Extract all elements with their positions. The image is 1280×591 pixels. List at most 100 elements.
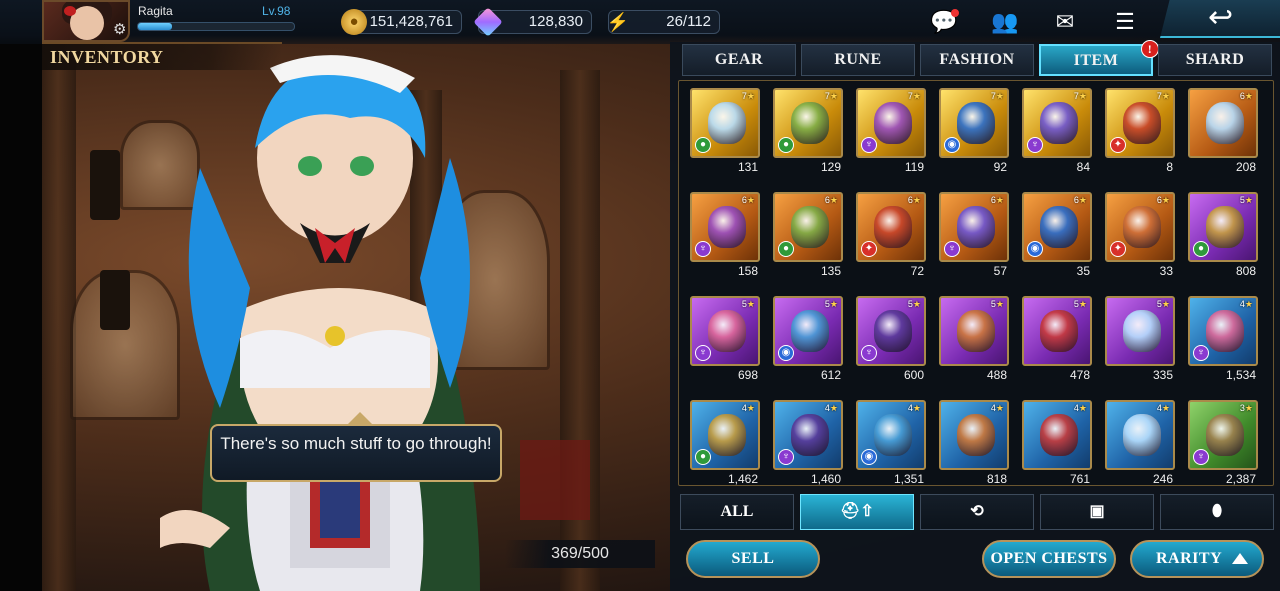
inventory-item[interactable]: 4★ 818	[939, 400, 1009, 490]
item-art	[1206, 414, 1244, 456]
tab-fashion[interactable]: FASHION	[920, 44, 1034, 76]
inventory-item[interactable]: 7★ ● 129	[773, 88, 843, 178]
energy-amount: 26/112	[666, 13, 711, 30]
inventory-item[interactable]: 5★ 478	[1022, 296, 1092, 386]
item-art	[1123, 414, 1161, 456]
gem-counter[interactable]: 128,830	[473, 7, 592, 37]
inventory-item[interactable]: 7★ ✦ 8	[1105, 88, 1175, 178]
item-star-rank: 5★	[907, 299, 921, 309]
inventory-item[interactable]: 5★ ♆ 698	[690, 296, 760, 386]
inventory-item[interactable]: 6★ ◉ 35	[1022, 192, 1092, 282]
item-quantity: 761	[1069, 472, 1090, 486]
filter-chests[interactable]: ▣	[1040, 494, 1154, 530]
energy-counter[interactable]: ⚡ 26/112	[606, 10, 720, 34]
player-level: Lv.98	[262, 4, 291, 18]
filter-consumable[interactable]: ⟲	[920, 494, 1034, 530]
item-star-rank: 4★	[1073, 403, 1087, 413]
tab-gear[interactable]: GEAR	[682, 44, 796, 76]
open-chests-button[interactable]: OPEN CHESTS	[982, 540, 1116, 578]
item-quantity: 1,462	[727, 472, 758, 486]
item-star-rank: 6★	[1073, 195, 1087, 205]
gem-amount: 128,830	[528, 13, 583, 30]
inventory-item[interactable]: 4★ ◉ 1,351	[856, 400, 926, 490]
item-frame: 7★ ●	[773, 88, 843, 158]
item-quantity: 1,460	[810, 472, 841, 486]
page-title: INVENTORY	[42, 42, 282, 70]
inventory-item[interactable]: 6★ ♆ 57	[939, 192, 1009, 282]
green-element-icon: ●	[1193, 241, 1209, 257]
settings-gear-icon[interactable]: ⚙	[113, 22, 129, 38]
item-star-rank: 7★	[824, 91, 838, 101]
lantern	[100, 270, 130, 330]
friends-icon[interactable]: 👥	[990, 7, 1020, 37]
inventory-item[interactable]: 6★ ✦ 72	[856, 192, 926, 282]
item-quantity: 600	[903, 368, 924, 382]
item-art	[1206, 102, 1244, 144]
gold-counter[interactable]: ● 151,428,761	[341, 9, 462, 35]
item-frame: 6★ ◉	[1022, 192, 1092, 262]
inventory-item[interactable]: 4★ 761	[1022, 400, 1092, 490]
back-button[interactable]: ↩	[1160, 0, 1280, 38]
inventory-item[interactable]: 5★ 488	[939, 296, 1009, 386]
item-frame: 4★	[939, 400, 1009, 470]
filter-equipment-upgrade[interactable]: ⛑⇧	[800, 494, 914, 530]
blue-element-icon: ◉	[1027, 241, 1043, 257]
inventory-item[interactable]: 6★ ♆ 158	[690, 192, 760, 282]
item-art	[708, 310, 746, 352]
item-frame: 4★ ♆	[773, 400, 843, 470]
tab-rune[interactable]: RUNE	[801, 44, 915, 76]
item-star-rank: 5★	[741, 299, 755, 309]
inventory-item[interactable]: 6★ ● 135	[773, 192, 843, 282]
purple-element-icon: ♆	[695, 241, 711, 257]
inventory-item[interactable]: 4★ ● 1,462	[690, 400, 760, 490]
item-frame: 5★	[1105, 296, 1175, 366]
inventory-item[interactable]: 7★ ♆ 84	[1022, 88, 1092, 178]
item-quantity: 612	[820, 368, 841, 382]
item-art	[791, 414, 829, 456]
lantern	[90, 150, 120, 220]
item-star-rank: 5★	[990, 299, 1004, 309]
filter-all[interactable]: ALL	[680, 494, 794, 530]
player-name: Ragita	[138, 4, 173, 18]
inventory-item[interactable]: 7★ ♆ 119	[856, 88, 926, 178]
inventory-item[interactable]: 6★ ✦ 33	[1105, 192, 1175, 282]
item-quantity: 158	[737, 264, 758, 278]
inventory-item[interactable]: 4★ 246	[1105, 400, 1175, 490]
inventory-item[interactable]: 7★ ● 131	[690, 88, 760, 178]
inventory-item[interactable]: 5★ 335	[1105, 296, 1175, 386]
purple-element-icon: ♆	[944, 241, 960, 257]
item-art	[791, 206, 829, 248]
item-quantity: 1,351	[893, 472, 924, 486]
inventory-item[interactable]: 4★ ♆ 1,534	[1188, 296, 1258, 386]
inventory-item[interactable]: 5★ ♆ 600	[856, 296, 926, 386]
tab-shard[interactable]: SHARD	[1158, 44, 1272, 76]
chat-bubble-icon[interactable]: 💬	[929, 7, 959, 37]
item-star-rank: 4★	[1156, 403, 1170, 413]
item-star-rank: 6★	[741, 195, 755, 205]
item-frame: 7★ ◉	[939, 88, 1009, 158]
item-star-rank: 6★	[824, 195, 838, 205]
tab-item[interactable]: ITEM!	[1039, 40, 1159, 76]
sell-button[interactable]: SELL	[686, 540, 820, 578]
item-art	[708, 206, 746, 248]
inventory-item[interactable]: 5★ ● 808	[1188, 192, 1258, 282]
item-frame: 6★ ✦	[1105, 192, 1175, 262]
rarity-sort-button[interactable]: RARITY	[1130, 540, 1264, 578]
item-quantity: 478	[1069, 368, 1090, 382]
item-art	[957, 310, 995, 352]
inventory-item[interactable]: 3★ ♆ 2,387	[1188, 400, 1258, 490]
filter-materials[interactable]: ⬮	[1160, 494, 1274, 530]
inventory-item[interactable]: 7★ ◉ 92	[939, 88, 1009, 178]
lightning-icon: ⚡	[606, 12, 630, 32]
purple-element-icon: ♆	[861, 345, 877, 361]
maid-character	[160, 55, 480, 591]
inventory-item[interactable]: 6★ 208	[1188, 88, 1258, 178]
inventory-item[interactable]: 5★ ◉ 612	[773, 296, 843, 386]
mail-envelope-icon[interactable]: ✉	[1050, 7, 1080, 37]
back-arrow-icon: ↩	[1208, 1, 1234, 34]
red-element-icon: ✦	[861, 241, 877, 257]
item-quantity: 129	[820, 160, 841, 174]
category-tabs: GEAR RUNE FASHION ITEM! SHARD	[682, 40, 1274, 78]
menu-hamburger-icon[interactable]: ☰	[1110, 7, 1140, 37]
inventory-item[interactable]: 4★ ♆ 1,460	[773, 400, 843, 490]
